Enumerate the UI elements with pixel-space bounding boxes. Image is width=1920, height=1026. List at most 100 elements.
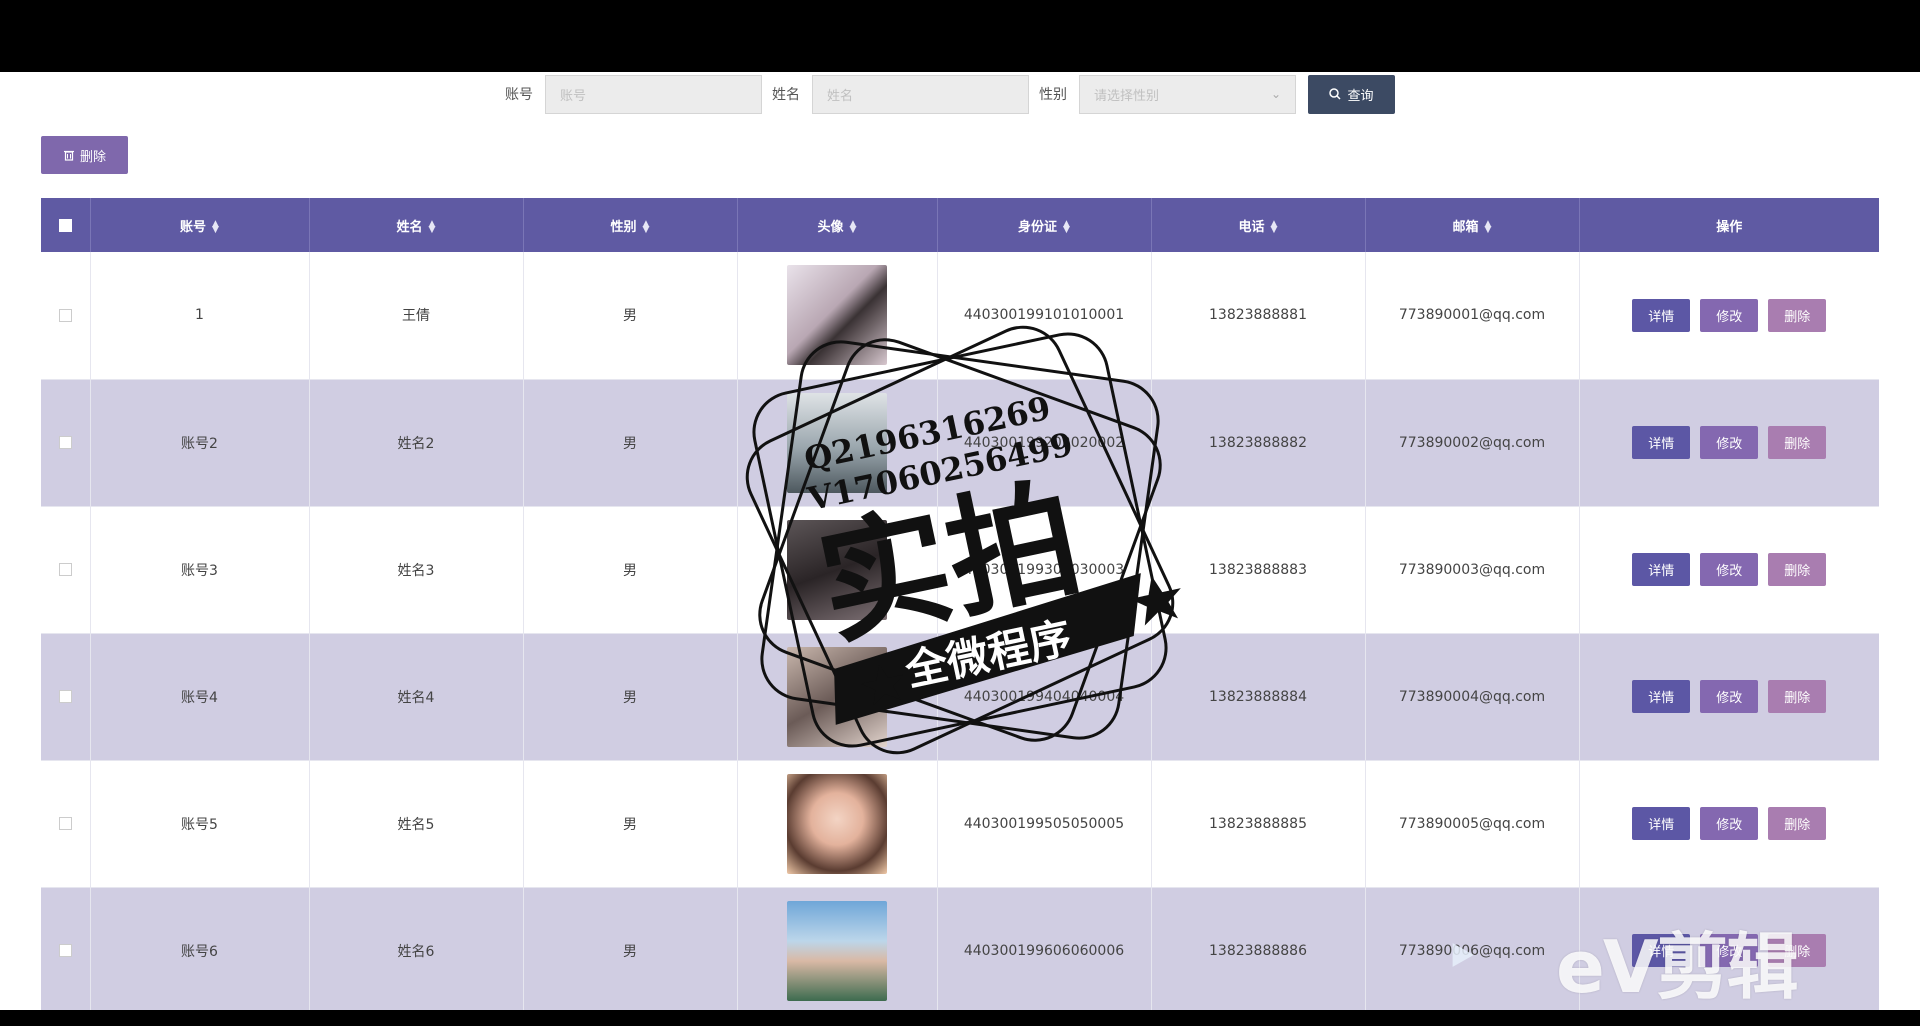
header-actions-label: 操作 <box>1716 219 1743 235</box>
query-button-label: 查询 <box>1347 88 1374 104</box>
table-row: 账号5 姓名5 男 440300199505050005 13823888885… <box>41 760 1879 888</box>
delete-button[interactable]: 删除 <box>1768 298 1827 332</box>
table-row: 账号4 姓名4 男 440300199404040004 13823888884… <box>41 633 1879 761</box>
batch-delete-label: 删除 <box>79 149 106 165</box>
edit-button[interactable]: 修改 <box>1700 553 1759 586</box>
cell-name: 姓名6 <box>309 887 524 1010</box>
search-bar: 账号 账号 姓名 姓名 性别 请选择性别 ⌄ 查询 <box>505 74 1395 114</box>
cell-id-card: 440300199606060006 <box>937 887 1152 1010</box>
detail-button[interactable]: 详情 <box>1632 680 1691 713</box>
trash-icon <box>63 150 74 161</box>
sort-icon[interactable]: ▲ ▼ <box>1485 220 1492 235</box>
cell-name: 姓名2 <box>309 379 524 507</box>
cell-gender: 男 <box>523 506 738 634</box>
edit-button[interactable]: 修改 <box>1700 680 1759 713</box>
account-label: 账号 <box>505 87 533 103</box>
sort-icon[interactable]: ▲ ▼ <box>429 220 436 235</box>
header-id-card-label: 身份证 <box>1018 219 1058 235</box>
header-gender[interactable]: 性别 ▲ ▼ <box>523 198 738 252</box>
header-account[interactable]: 账号 ▲ ▼ <box>90 198 310 252</box>
query-button[interactable]: 查询 <box>1308 74 1395 114</box>
detail-button[interactable]: 详情 <box>1632 426 1691 459</box>
sort-icon[interactable]: ▲ ▼ <box>212 220 219 235</box>
row-checkbox[interactable] <box>58 817 72 830</box>
name-input[interactable]: 姓名 <box>812 74 1029 114</box>
header-id-card[interactable]: 身份证 ▲ ▼ <box>937 198 1152 252</box>
detail-button[interactable]: 详情 <box>1632 298 1691 332</box>
row-checkbox[interactable] <box>58 436 72 449</box>
edit-button[interactable]: 修改 <box>1700 426 1759 459</box>
delete-button[interactable]: 删除 <box>1768 680 1827 713</box>
avatar[interactable] <box>787 519 887 620</box>
row-select-cell <box>41 760 91 888</box>
table-row: 账号2 姓名2 男 440300199202020002 13823888882… <box>41 379 1879 507</box>
top-black-bar <box>0 0 1920 72</box>
cell-avatar <box>737 252 938 380</box>
cell-account: 账号3 <box>90 506 310 634</box>
cell-gender: 男 <box>523 760 738 888</box>
avatar[interactable] <box>787 773 887 874</box>
sort-icon[interactable]: ▲ ▼ <box>850 220 857 235</box>
cell-email: 773890001@qq.com <box>1365 252 1580 380</box>
cell-account: 1 <box>90 252 310 380</box>
table-row: 账号3 姓名3 男 440300199303030003 13823888883… <box>41 506 1879 634</box>
detail-button[interactable]: 详情 <box>1632 553 1691 586</box>
detail-button[interactable]: 详情 <box>1632 807 1691 840</box>
gender-select[interactable]: 请选择性别 ⌄ <box>1079 74 1296 114</box>
row-select-cell <box>41 887 91 1010</box>
cell-account: 账号4 <box>90 633 310 761</box>
delete-button[interactable]: 删除 <box>1768 426 1827 459</box>
cell-id-card: 440300199202020002 <box>937 379 1152 507</box>
search-icon <box>1329 88 1342 100</box>
row-checkbox[interactable] <box>58 308 72 322</box>
cell-email: 773890006@qq.com <box>1365 887 1580 1010</box>
header-email-label: 邮箱 <box>1452 219 1479 235</box>
table-row: 1 王倩 男 440300199101010001 13823888881 77… <box>41 252 1879 380</box>
cell-phone: 13823888883 <box>1151 506 1366 634</box>
batch-delete-button[interactable]: 删除 <box>41 136 128 174</box>
avatar[interactable] <box>787 392 887 493</box>
cell-id-card: 440300199303030003 <box>937 506 1152 634</box>
select-all-checkbox[interactable] <box>58 218 72 232</box>
row-select-cell <box>41 252 91 380</box>
sort-icon[interactable]: ▲ ▼ <box>643 220 650 235</box>
header-phone[interactable]: 电话 ▲ ▼ <box>1151 198 1366 252</box>
header-gender-label: 性别 <box>610 219 637 235</box>
delete-button[interactable]: 删除 <box>1768 807 1827 840</box>
cell-id-card: 440300199505050005 <box>937 760 1152 888</box>
avatar[interactable] <box>787 265 887 366</box>
chevron-down-icon: ⌄ <box>1270 87 1281 101</box>
cell-gender: 男 <box>523 252 738 380</box>
select-all-cell <box>41 198 91 252</box>
sort-icon[interactable]: ▲ ▼ <box>1063 220 1070 235</box>
cell-id-card: 440300199101010001 <box>937 252 1152 380</box>
sort-icon[interactable]: ▲ ▼ <box>1271 220 1278 235</box>
edit-button[interactable]: 修改 <box>1700 807 1759 840</box>
cell-email: 773890004@qq.com <box>1365 633 1580 761</box>
avatar[interactable] <box>787 900 887 1001</box>
row-checkbox[interactable] <box>58 944 72 957</box>
cell-phone: 13823888881 <box>1151 252 1366 380</box>
cell-phone: 13823888885 <box>1151 760 1366 888</box>
name-label: 姓名 <box>772 87 800 103</box>
gender-select-placeholder: 请选择性别 <box>1094 88 1160 104</box>
row-select-cell <box>41 633 91 761</box>
header-account-label: 账号 <box>180 219 207 235</box>
header-name-label: 姓名 <box>396 219 423 235</box>
cell-email: 773890003@qq.com <box>1365 506 1580 634</box>
row-checkbox[interactable] <box>58 563 72 576</box>
cell-name: 姓名3 <box>309 506 524 634</box>
row-checkbox[interactable] <box>58 690 72 703</box>
delete-button[interactable]: 删除 <box>1768 553 1827 586</box>
cell-phone: 13823888884 <box>1151 633 1366 761</box>
edit-button[interactable]: 修改 <box>1700 298 1759 332</box>
cell-gender: 男 <box>523 633 738 761</box>
header-name[interactable]: 姓名 ▲ ▼ <box>309 198 524 252</box>
header-actions: 操作 <box>1579 198 1879 252</box>
header-phone-label: 电话 <box>1238 219 1265 235</box>
cell-name: 姓名5 <box>309 760 524 888</box>
header-email[interactable]: 邮箱 ▲ ▼ <box>1365 198 1580 252</box>
header-avatar[interactable]: 头像 ▲ ▼ <box>737 198 938 252</box>
account-input[interactable]: 账号 <box>545 74 762 114</box>
avatar[interactable] <box>787 646 887 747</box>
